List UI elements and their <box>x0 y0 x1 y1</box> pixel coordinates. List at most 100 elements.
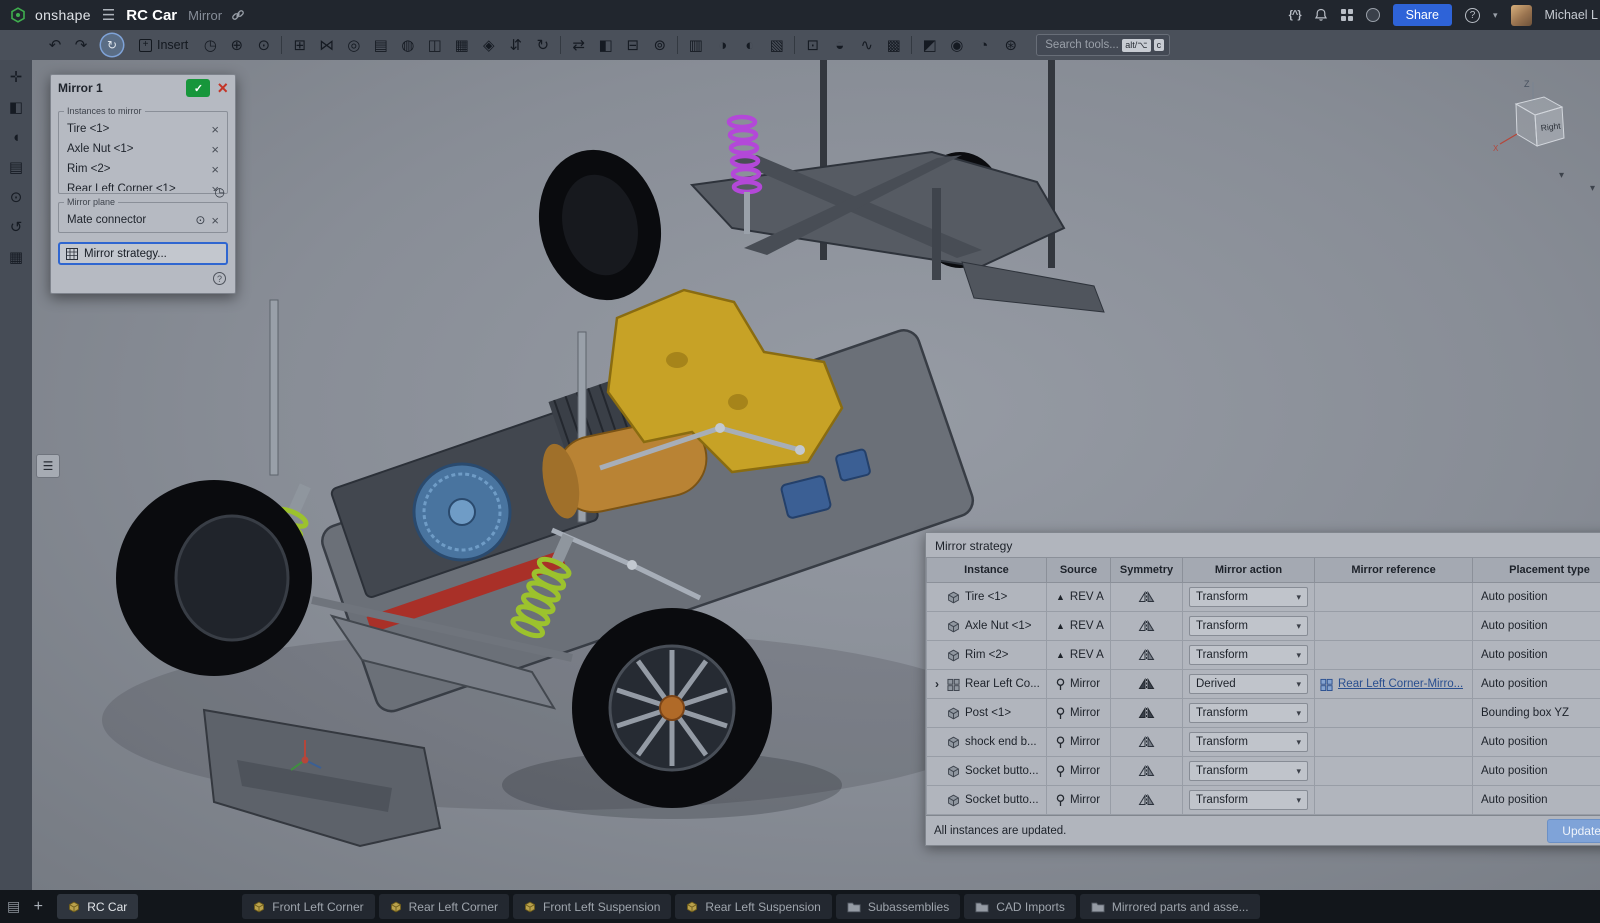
mirror-reference-link[interactable]: Rear Left Corner-Mirro... <box>1338 678 1463 690</box>
notes-icon[interactable]: ▤ <box>9 160 23 175</box>
main-menu-icon[interactable]: ☰ <box>102 6 115 24</box>
group-icon[interactable]: ⊞ <box>286 33 313 57</box>
instance-item[interactable]: Tire <1>× <box>63 119 223 139</box>
explode-icon[interactable]: ◈ <box>475 33 502 57</box>
mirror-strategy-button[interactable]: Mirror strategy... <box>58 242 228 265</box>
tab-cad-imports[interactable]: CAD Imports <box>964 894 1076 919</box>
share-button[interactable]: Share <box>1393 4 1452 26</box>
view-rotate-right-icon[interactable]: ▾ <box>1590 183 1595 194</box>
appearance-icon[interactable]: ◑ <box>709 33 736 57</box>
remove-instance-icon[interactable]: × <box>211 163 219 176</box>
document-title[interactable]: RC Car <box>126 7 177 24</box>
replicate-icon[interactable]: ▦ <box>448 33 475 57</box>
isolate-icon[interactable]: ◔ <box>970 33 997 57</box>
mirror-action-dropdown[interactable]: Transform▾ <box>1189 645 1308 665</box>
table-row[interactable]: Socket butto...MirrorTransform▾Auto posi… <box>927 757 1600 786</box>
revolve-icon[interactable]: ↻ <box>529 33 556 57</box>
measure-icon[interactable]: ⊟ <box>619 33 646 57</box>
history-icon[interactable]: ↺ <box>10 220 23 235</box>
dev-portal-icon[interactable]: {^} <box>1289 9 1301 21</box>
table-row[interactable]: Post <1>MirrorTransform▾Bounding box YZ <box>927 699 1600 728</box>
remove-instance-icon[interactable]: × <box>211 143 219 156</box>
relation-icon[interactable]: ⋈ <box>313 33 340 57</box>
comments-icon[interactable]: ◖ <box>11 130 20 145</box>
instance-item[interactable]: Rear Left Corner <1>× <box>63 179 223 191</box>
display-states-icon[interactable]: ◐ <box>736 33 763 57</box>
mate-connector-icon[interactable]: ⊙ <box>195 213 205 227</box>
notifications-icon[interactable] <box>1314 8 1328 22</box>
insert-latest-icon[interactable]: ◷ <box>197 33 223 57</box>
table-row[interactable]: Socket butto...MirrorTransform▾Auto posi… <box>927 786 1600 815</box>
render-icon[interactable]: ◒ <box>826 33 853 57</box>
view-rotate-down-icon[interactable]: ▾ <box>1559 170 1564 181</box>
mate-connectors-icon[interactable]: ⊙ <box>10 190 23 205</box>
mirror-action-dropdown[interactable]: Transform▾ <box>1189 703 1308 723</box>
tab-rear-left-suspension[interactable]: Rear Left Suspension <box>675 894 831 919</box>
search-input[interactable] <box>1045 39 1119 51</box>
panels-icon[interactable]: ▦ <box>9 250 23 265</box>
sheet-metal-icon[interactable]: ◩ <box>916 33 943 57</box>
tab-front-left-suspension[interactable]: Front Left Suspension <box>513 894 671 919</box>
pattern-circular-icon[interactable]: ◍ <box>394 33 421 57</box>
mirror-action-dropdown[interactable]: Transform▾ <box>1189 790 1308 810</box>
simulation-icon[interactable]: ∿ <box>853 33 880 57</box>
mirror-action-dropdown[interactable]: Transform▾ <box>1189 732 1308 752</box>
apps-grid-icon[interactable] <box>1341 9 1353 21</box>
tab-rear-left-corner[interactable]: Rear Left Corner <box>379 894 509 919</box>
tab-subassemblies[interactable]: Subassemblies <box>836 894 960 919</box>
table-row[interactable]: Tire <1>▲REV ATransform▾Auto position <box>927 583 1600 612</box>
confirm-button[interactable]: ✓ <box>186 79 210 97</box>
remove-instance-icon[interactable]: × <box>211 123 219 136</box>
mirror-icon[interactable]: ◫ <box>421 33 448 57</box>
tab-manager-icon[interactable]: ▤ <box>7 898 20 915</box>
table-row[interactable]: shock end b...MirrorTransform▾Auto posit… <box>927 728 1600 757</box>
mate-icon[interactable]: ⊙ <box>250 33 277 57</box>
new-tab-button[interactable]: + <box>27 896 49 918</box>
snapshot-icon[interactable]: ◎ <box>340 33 367 57</box>
configurations-icon[interactable]: ▧ <box>763 33 790 57</box>
mass-properties-icon[interactable]: ⊚ <box>646 33 673 57</box>
update-button[interactable]: Update <box>1547 819 1600 843</box>
dialog-help-icon[interactable]: ? <box>213 272 226 285</box>
assembly-tree-button[interactable]: ☰ <box>36 454 60 478</box>
chevron-down-icon[interactable]: ▾ <box>1493 10 1498 21</box>
undo-icon[interactable]: ↶ <box>42 33 68 57</box>
table-row[interactable]: ›Rear Left Co...MirrorDerived▾Rear Left … <box>927 670 1600 699</box>
tab-mirrored-parts-and-asse[interactable]: Mirrored parts and asse... <box>1080 894 1260 919</box>
mirror-action-dropdown[interactable]: Transform▾ <box>1189 587 1308 607</box>
pattern-linear-icon[interactable]: ▤ <box>367 33 394 57</box>
mirror-plane-row[interactable]: Mate connector ⊙ × <box>63 210 223 230</box>
mirror-action-dropdown[interactable]: Transform▾ <box>1189 761 1308 781</box>
view-cube[interactable]: Z Right X <box>1486 74 1586 182</box>
onshape-logo-icon[interactable] <box>10 7 26 23</box>
table-row[interactable]: Rim <2>▲REV ATransform▾Auto position <box>927 641 1600 670</box>
frame-icon[interactable]: ▩ <box>880 33 907 57</box>
instance-item[interactable]: Axle Nut <1>× <box>63 139 223 159</box>
translate-icon[interactable]: ⇄ <box>565 33 592 57</box>
table-row[interactable]: Axle Nut <1>▲REV ATransform▾Auto positio… <box>927 612 1600 641</box>
appearance-panel-icon[interactable]: ◧ <box>9 100 23 115</box>
remove-plane-icon[interactable]: × <box>211 214 219 227</box>
instance-item[interactable]: Rim <2>× <box>63 159 223 179</box>
section-view-icon[interactable]: ◧ <box>592 33 619 57</box>
named-positions-icon[interactable]: ⇵ <box>502 33 529 57</box>
hole-icon[interactable]: ◉ <box>943 33 970 57</box>
mirror-action-dropdown[interactable]: Transform▾ <box>1189 616 1308 636</box>
insert-button[interactable]: + Insert <box>130 38 197 52</box>
bom-icon[interactable]: ▥ <box>682 33 709 57</box>
copy-link-icon[interactable] <box>231 8 245 22</box>
help-icon[interactable]: ? <box>1465 8 1480 23</box>
configurations-icon[interactable]: ✛ <box>10 70 23 85</box>
expand-chevron-icon[interactable]: › <box>932 677 942 691</box>
history-clock-icon[interactable]: ◷ <box>215 186 225 198</box>
tab-front-left-corner[interactable]: Front Left Corner <box>242 894 374 919</box>
exploded-view-icon[interactable]: ⊛ <box>997 33 1024 57</box>
learning-center-icon[interactable] <box>1366 8 1380 22</box>
view-orientation-icon[interactable]: ↻ <box>101 34 123 56</box>
mirror-action-dropdown[interactable]: Derived▾ <box>1189 674 1308 694</box>
fasten-icon[interactable]: ⊕ <box>223 33 250 57</box>
redo-icon[interactable]: ↷ <box>68 33 94 57</box>
cancel-button[interactable]: × <box>217 81 228 95</box>
avatar[interactable] <box>1511 5 1532 26</box>
tab-rc-car[interactable]: RC Car <box>57 894 138 919</box>
